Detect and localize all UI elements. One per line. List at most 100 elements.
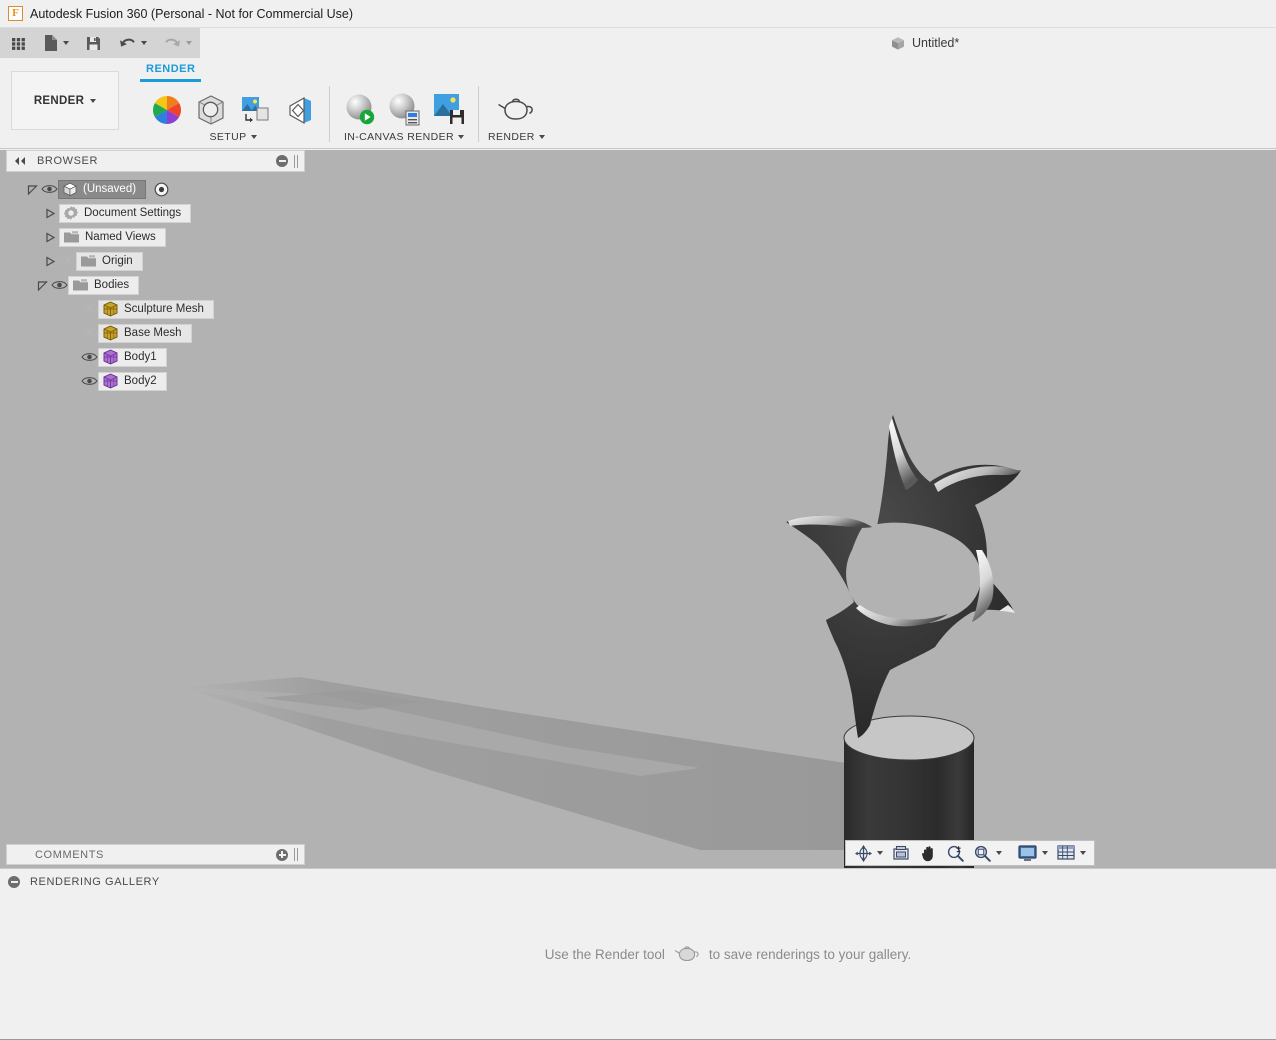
tree-node-body1[interactable]: Body1 xyxy=(6,347,305,367)
document-tab-label: Untitled* xyxy=(912,36,960,50)
tree-node-sculpture-mesh[interactable]: Sculpture Mesh xyxy=(6,299,305,319)
tree-node-base-mesh[interactable]: Base Mesh xyxy=(6,323,305,343)
navigation-bar xyxy=(845,840,1095,866)
plus-circle-icon[interactable] xyxy=(276,848,288,861)
rendering-gallery-header[interactable]: RENDERING GALLERY xyxy=(0,869,1276,895)
redo-arrow-icon xyxy=(165,38,180,47)
ribbon-panel-setup-label[interactable]: SETUP xyxy=(209,131,257,143)
tree-chip-bodies[interactable]: Bodies xyxy=(68,275,140,295)
eye-visible-icon[interactable] xyxy=(51,279,68,291)
undo-caret-icon[interactable] xyxy=(141,41,147,45)
expander-collapsed-icon[interactable] xyxy=(42,231,59,243)
decal-button[interactable] xyxy=(234,93,276,127)
tree-chip-unsaved[interactable]: (Unsaved) xyxy=(58,179,147,199)
zoom-window-button[interactable] xyxy=(970,842,1005,864)
workspace-selector-button[interactable]: RENDER xyxy=(11,71,119,130)
in-canvas-render-button[interactable] xyxy=(339,91,381,127)
new-design-caret-icon[interactable] xyxy=(63,41,69,45)
expander-expanded-icon[interactable] xyxy=(34,280,51,291)
tree-node-origin[interactable]: Origin xyxy=(6,251,305,271)
grid-table-icon xyxy=(1057,845,1075,860)
grid-and-snaps-caret-icon[interactable] xyxy=(1080,851,1086,855)
tree-chip-document-settings[interactable]: Document Settings xyxy=(59,203,192,223)
scene-settings-button[interactable] xyxy=(190,93,232,127)
eye-visible-icon[interactable] xyxy=(41,183,58,195)
activate-component-icon[interactable] xyxy=(154,182,169,197)
tree-node-unsaved[interactable]: (Unsaved) xyxy=(6,179,305,199)
new-design-button[interactable] xyxy=(39,30,73,56)
cube-icon xyxy=(892,36,904,50)
fusion-360-logo-icon: F xyxy=(8,6,23,21)
tree-chip-body1[interactable]: Body1 xyxy=(98,347,167,367)
zoom-button[interactable] xyxy=(943,842,968,864)
tree-chip-origin[interactable]: Origin xyxy=(76,251,143,271)
comments-resize-grip[interactable] xyxy=(294,848,298,861)
eye-visible-icon[interactable] xyxy=(81,375,98,387)
expander-collapsed-icon[interactable] xyxy=(42,207,59,219)
expander-expanded-icon[interactable] xyxy=(24,184,41,195)
document-tab[interactable]: Untitled* xyxy=(890,36,959,51)
gallery-empty-message-end: to save renderings to your gallery. xyxy=(708,947,912,962)
ribbon-panel-render: RENDER xyxy=(488,58,545,143)
save-button[interactable] xyxy=(81,30,106,56)
undo-arrow-icon xyxy=(120,38,135,47)
eye-hidden-icon[interactable] xyxy=(81,327,98,339)
tree-node-body2[interactable]: Body2 xyxy=(6,371,305,391)
workspace-selector-label: RENDER xyxy=(33,94,85,107)
appearance-button[interactable] xyxy=(146,93,188,127)
display-settings-caret-icon[interactable] xyxy=(1042,851,1048,855)
setup-panel-title: SETUP xyxy=(209,131,247,143)
setup-panel-caret-icon xyxy=(250,135,257,139)
render-button[interactable] xyxy=(492,95,540,127)
solid-body-icon xyxy=(103,373,118,389)
mesh-body-icon xyxy=(103,301,118,317)
eye-hidden-icon[interactable] xyxy=(81,303,98,315)
show-data-panel-button[interactable] xyxy=(6,30,31,56)
texture-plane-icon xyxy=(289,96,311,125)
orbit-icon xyxy=(855,844,872,862)
double-left-arrow-icon[interactable] xyxy=(13,156,27,166)
display-settings-button[interactable] xyxy=(1014,842,1051,864)
look-at-button[interactable] xyxy=(888,842,914,864)
gear-icon xyxy=(63,206,79,220)
tree-label: Sculpture Mesh xyxy=(124,303,204,315)
zoom-window-caret-icon[interactable] xyxy=(996,851,1002,855)
viewport-canvas[interactable]: BROWSER (Unsaved) Document Settings Name… xyxy=(0,150,1276,868)
tree-node-bodies[interactable]: Bodies xyxy=(6,275,305,295)
comments-panel-header[interactable]: COMMENTS xyxy=(6,844,305,865)
grid-and-snaps-button[interactable] xyxy=(1053,842,1089,864)
tree-chip-body2[interactable]: Body2 xyxy=(98,371,167,391)
ribbon-panel-render-label[interactable]: RENDER xyxy=(488,131,545,143)
rendering-gallery-title: RENDERING GALLERY xyxy=(30,876,160,888)
rendering-gallery-panel: RENDERING GALLERY Use the Render tool to… xyxy=(0,868,1276,1040)
tree-label: Origin xyxy=(102,255,133,267)
pan-button[interactable] xyxy=(916,842,941,864)
in-canvas-render-settings-button[interactable] xyxy=(383,91,425,127)
minus-circle-icon[interactable] xyxy=(276,155,288,167)
tree-node-document-settings[interactable]: Document Settings xyxy=(6,203,305,223)
tree-node-named-views[interactable]: Named Views xyxy=(6,227,305,247)
eye-hidden-icon[interactable] xyxy=(59,255,76,267)
tree-chip-sculpture-mesh[interactable]: Sculpture Mesh xyxy=(98,299,214,319)
eye-visible-icon[interactable] xyxy=(81,351,98,363)
redo-caret-icon[interactable] xyxy=(186,41,192,45)
undo-button[interactable] xyxy=(114,30,151,56)
expander-collapsed-icon[interactable] xyxy=(42,255,59,267)
color-wheel-icon xyxy=(153,96,181,124)
orbit-button[interactable] xyxy=(851,842,886,864)
solid-body-icon xyxy=(103,349,118,365)
look-at-icon xyxy=(893,845,909,860)
orbit-caret-icon[interactable] xyxy=(877,851,883,855)
minus-circle-icon[interactable] xyxy=(8,876,20,888)
panel-resize-grip[interactable] xyxy=(294,154,298,168)
capture-image-button[interactable] xyxy=(427,91,469,127)
tree-chip-named-views[interactable]: Named Views xyxy=(59,227,166,247)
redo-button[interactable] xyxy=(159,30,196,56)
tab-render[interactable]: RENDER xyxy=(134,58,207,79)
tree-chip-base-mesh[interactable]: Base Mesh xyxy=(98,323,192,343)
ribbon-toolbar: RENDER RENDER SETUP IN-CANVAS RENDER REN… xyxy=(0,58,1276,149)
title-bar: F Autodesk Fusion 360 (Personal - Not fo… xyxy=(0,0,1276,28)
ribbon-panel-in-canvas-render-label[interactable]: IN-CANVAS RENDER xyxy=(344,131,465,143)
tree-label: Body1 xyxy=(124,351,157,363)
texture-map-controls-button[interactable] xyxy=(278,93,320,127)
